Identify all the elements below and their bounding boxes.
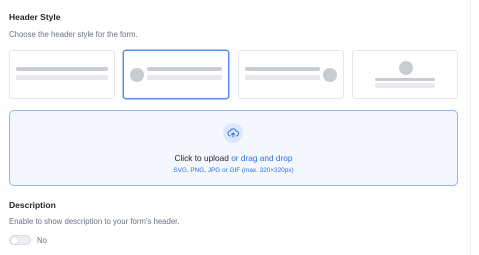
placeholder-subtitle-bar (375, 83, 435, 88)
placeholder-icon-circle (323, 68, 337, 82)
placeholder-title-bar (16, 67, 108, 71)
upload-instruction: Click to upload or drag and drop (10, 153, 457, 163)
placeholder-title-bar (245, 67, 320, 71)
placeholder-subtitle-bar (16, 75, 108, 80)
placeholder-icon-circle (130, 68, 144, 82)
drag-and-drop-link[interactable]: or drag and drop (231, 153, 292, 163)
description-title: Description (9, 200, 56, 210)
file-upload-dropzone[interactable]: Click to upload or drag and drop SVG, PN… (9, 110, 458, 186)
header-style-option-icon-left[interactable] (123, 50, 229, 99)
cloud-upload-icon (223, 123, 243, 143)
toggle-knob (11, 236, 18, 244)
header-style-description: Choose the header style for the form. (9, 30, 138, 39)
header-style-options (9, 50, 458, 99)
placeholder-subtitle-bar (245, 75, 320, 80)
click-to-upload-text[interactable]: Click to upload (174, 153, 228, 163)
upload-file-hint: SVG, PNG, JPG or GIF (max. 320×320px) (173, 167, 294, 174)
header-settings-panel: Header Style Choose the header style for… (0, 0, 479, 255)
description-helper-text: Enable to show description to your form'… (9, 217, 180, 226)
header-style-option-icon-centered[interactable] (352, 50, 458, 99)
header-style-option-no-icon[interactable] (9, 50, 115, 99)
header-style-title: Header Style (9, 12, 61, 22)
description-toggle-row: No (9, 235, 47, 245)
description-toggle-label: No (37, 235, 47, 245)
description-toggle[interactable] (9, 235, 31, 245)
panel-divider (470, 0, 471, 255)
placeholder-title-bar (147, 67, 222, 71)
placeholder-icon-circle (399, 61, 413, 75)
placeholder-title-bar (375, 78, 435, 81)
placeholder-subtitle-bar (147, 75, 222, 80)
header-style-option-icon-right[interactable] (238, 50, 344, 99)
